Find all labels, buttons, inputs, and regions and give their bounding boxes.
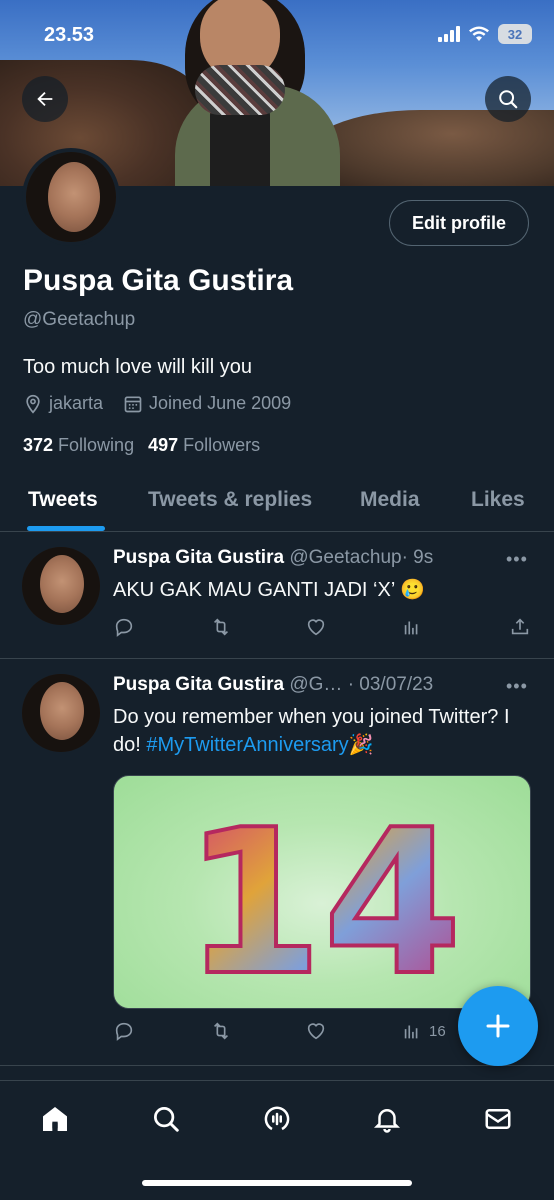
plus-icon	[486, 1014, 510, 1038]
tweet-avatar[interactable]	[22, 547, 100, 625]
profile-meta: jakarta Joined June 2009	[23, 393, 311, 414]
following-link[interactable]: 372 Following	[23, 435, 134, 456]
share-icon	[511, 618, 529, 635]
tab-tweets-replies[interactable]: Tweets & replies	[148, 488, 312, 512]
status-icons: 32	[438, 24, 532, 44]
joined-text: Joined June 2009	[149, 393, 292, 413]
search-button[interactable]	[485, 76, 531, 122]
followers-count: 497	[148, 435, 179, 455]
tab-media[interactable]: Media	[360, 488, 420, 512]
location-text: jakarta	[49, 393, 104, 413]
tweet-media-image[interactable]: 14	[113, 775, 531, 1009]
heart-icon	[307, 619, 325, 636]
reply-button[interactable]	[113, 616, 135, 638]
views-chart-icon	[404, 1025, 418, 1039]
nav-home[interactable]	[37, 1101, 73, 1137]
like-button[interactable]	[305, 616, 327, 638]
nav-spaces[interactable]	[259, 1101, 295, 1137]
tweet-author-name[interactable]: Puspa Gita Gustira	[113, 674, 284, 695]
tweet-time: · 03/07/23	[347, 674, 434, 695]
views-count: 16	[429, 1022, 446, 1040]
profile-tabs: Tweets Tweets & replies Media Likes	[0, 472, 554, 532]
compose-tweet-button[interactable]	[458, 986, 538, 1066]
profile-handle: @Geetachup	[23, 309, 136, 330]
views-button[interactable]	[401, 616, 423, 638]
profile-bio: Too much love will kill you	[23, 356, 252, 378]
signal-icon	[438, 26, 460, 42]
followers-label: Followers	[183, 435, 261, 455]
profile-avatar[interactable]	[22, 148, 120, 246]
tab-likes[interactable]: Likes	[471, 488, 525, 512]
home-icon	[43, 1107, 67, 1131]
search-icon	[499, 90, 518, 109]
nav-notifications[interactable]	[369, 1101, 405, 1137]
back-arrow-icon	[37, 91, 53, 107]
nav-messages[interactable]	[480, 1101, 516, 1137]
tab-tweets[interactable]: Tweets	[28, 488, 98, 512]
retweet-button[interactable]	[209, 1020, 233, 1042]
battery-indicator: 32	[498, 24, 532, 44]
tweet-emoji: 🎉	[348, 734, 374, 756]
tweet-author-name[interactable]: Puspa Gita Gustira	[113, 547, 284, 568]
reply-icon	[115, 618, 133, 637]
nav-search[interactable]	[148, 1101, 184, 1137]
anniversary-number-graphic: 14	[182, 785, 464, 1009]
retweet-button[interactable]	[209, 616, 233, 638]
tweet-more-button[interactable]: •••	[506, 676, 528, 697]
edit-profile-button[interactable]: Edit profile	[389, 200, 529, 246]
back-button[interactable]	[22, 76, 68, 122]
location-pin-icon	[26, 394, 40, 414]
wifi-icon	[469, 26, 489, 41]
profile-name: Puspa Gita Gustira	[23, 264, 294, 297]
following-label: Following	[58, 435, 135, 455]
tweet-avatar[interactable]	[22, 674, 100, 752]
banner-person	[175, 0, 340, 186]
tweet-header: Puspa Gita Gustira @Geetachup· 9s	[113, 547, 433, 569]
retweet-icon	[213, 618, 229, 636]
tweet-time: · 9s	[401, 547, 434, 568]
search-icon	[154, 1107, 179, 1132]
tweet-more-button[interactable]: •••	[506, 549, 528, 570]
like-button[interactable]	[305, 1020, 327, 1042]
share-button[interactable]	[509, 616, 531, 638]
views-button[interactable]: 16	[401, 1020, 446, 1042]
joined-item: Joined June 2009	[123, 393, 291, 414]
home-indicator	[142, 1180, 412, 1186]
media-number-text: 14	[184, 787, 462, 1009]
hashtag-link[interactable]: #MyTwitterAnniversary	[146, 734, 348, 756]
follow-stats: 372 Following 497 Followers	[23, 435, 260, 456]
tweet-text: AKU GAK MAU GANTI JADI ‘X’ 🥲	[113, 579, 425, 601]
tweet-text: Do you remember when you joined Twitter?…	[113, 703, 523, 759]
tweet-author-handle: @Geetachup	[289, 547, 402, 568]
tweet-header: Puspa Gita Gustira @G… · 03/07/23	[113, 674, 433, 696]
tweet-item[interactable]: Puspa Gita Gustira @Geetachup· 9s ••• AK…	[0, 533, 554, 659]
followers-link[interactable]: 497 Followers	[148, 435, 260, 456]
tweet-actions	[113, 616, 533, 644]
bell-icon	[373, 1109, 401, 1133]
active-tab-indicator	[27, 526, 105, 531]
tweet-author-handle: @G…	[289, 674, 343, 695]
views-chart-icon	[404, 621, 418, 635]
spaces-icon	[264, 1106, 290, 1131]
retweet-icon	[213, 1022, 229, 1040]
reply-button[interactable]	[113, 1020, 135, 1042]
following-count: 372	[23, 435, 54, 455]
heart-icon	[307, 1023, 325, 1040]
reply-icon	[115, 1022, 133, 1041]
calendar-icon	[124, 396, 142, 412]
mail-icon	[485, 1109, 511, 1129]
location-item: jakarta	[23, 393, 103, 414]
status-time: 23.53	[44, 24, 95, 46]
